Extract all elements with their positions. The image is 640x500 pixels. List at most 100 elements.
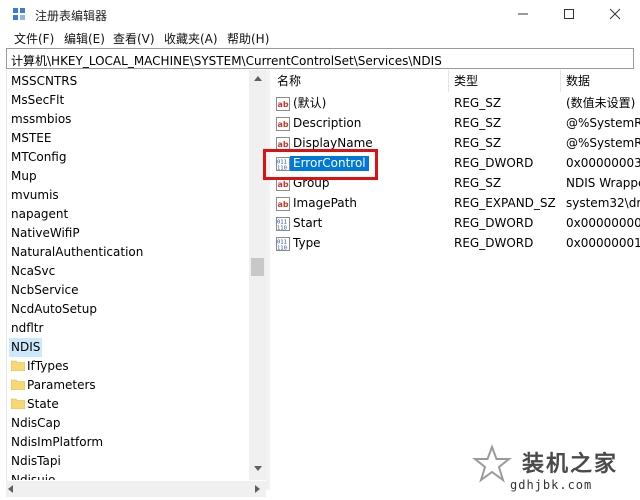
value-row[interactable]: 011 110 Type REG_DWORD 0x00000001	[270, 234, 640, 254]
svg-text:ab: ab	[278, 180, 289, 189]
column-header-name[interactable]: 名称	[277, 72, 301, 92]
menu-bar: 文件(F) 编辑(E) 查看(V) 收藏夹(A) 帮助(H)	[0, 28, 640, 48]
string-value-icon: ab	[276, 117, 290, 131]
value-type: REG_SZ	[454, 176, 502, 190]
tree-item[interactable]: NdisTapi	[11, 452, 61, 471]
value-name: Description	[293, 116, 362, 130]
address-bar[interactable]: 计算机\HKEY_LOCAL_MACHINE\SYSTEM\CurrentCon…	[6, 48, 634, 69]
scroll-down-button[interactable]	[249, 460, 266, 477]
tree-item-subkey[interactable]: Parameters	[27, 376, 96, 395]
value-data: (数值未设置)	[566, 96, 636, 110]
tree-item[interactable]: Mup	[11, 167, 37, 186]
string-value-icon: ab	[276, 97, 290, 111]
close-icon	[609, 8, 621, 20]
watermark-title: 装机之家	[522, 451, 619, 477]
value-type: REG_DWORD	[454, 236, 534, 250]
menu-file[interactable]: 文件(F)	[14, 30, 54, 47]
column-divider[interactable]	[448, 70, 449, 92]
star-logo-icon	[472, 444, 512, 483]
folder-icon	[11, 360, 25, 371]
regedit-app-icon	[13, 8, 25, 20]
tree-scrollbar[interactable]	[249, 70, 266, 480]
minimize-button[interactable]	[500, 0, 546, 28]
menu-edit[interactable]: 编辑(E)	[64, 30, 105, 47]
tree-item[interactable]: NativeWifiP	[11, 224, 80, 243]
value-type: REG_SZ	[454, 116, 502, 130]
tree-item[interactable]: mssmbios	[11, 110, 71, 129]
value-data: @%SystemRoot%	[566, 116, 640, 130]
minimize-icon	[518, 13, 528, 15]
binary-value-icon: 011110	[276, 217, 290, 231]
tree-item[interactable]: MTConfig	[11, 148, 66, 167]
value-row[interactable]: 011 110 Start REG_DWORD 0x00000000	[270, 214, 640, 234]
value-name: Type	[293, 236, 321, 250]
value-data: @%SystemRoot%	[566, 136, 640, 150]
window-title: 注册表编辑器	[35, 9, 108, 23]
menu-help[interactable]: 帮助(H)	[227, 30, 269, 47]
watermark-url: gdhjbk.com	[510, 478, 593, 492]
tree-item[interactable]: NcdAutoSetup	[11, 300, 97, 319]
value-type: REG_DWORD	[454, 156, 534, 170]
address-path: 计算机\HKEY_LOCAL_MACHINE\SYSTEM\CurrentCon…	[11, 54, 442, 68]
svg-text:ab: ab	[278, 200, 289, 209]
tree-item[interactable]: NcaSvc	[11, 262, 55, 281]
svg-text:ab: ab	[278, 140, 289, 149]
tree-item[interactable]: MsSecFlt	[11, 91, 64, 110]
menu-view[interactable]: 查看(V)	[113, 30, 155, 47]
folder-icon	[11, 379, 25, 390]
scroll-thumb[interactable]	[251, 258, 264, 276]
value-data: system32\drivers	[566, 196, 640, 210]
tree-item-subkey[interactable]: IfTypes	[27, 357, 69, 376]
watermark: 装机之家 gdhjbk.com	[470, 440, 640, 500]
value-name: Start	[293, 216, 323, 230]
tree-item-partial[interactable]: Ndisuio	[11, 471, 55, 480]
column-divider[interactable]	[560, 70, 561, 92]
tree-item-subkey[interactable]: State	[27, 395, 59, 414]
chevron-left-icon[interactable]	[8, 485, 13, 493]
tree-item[interactable]: NcbService	[11, 281, 79, 300]
value-type: REG_EXPAND_SZ	[454, 196, 556, 210]
value-data: 0x00000001	[566, 236, 640, 250]
value-name: (默认)	[293, 96, 327, 110]
chevron-up-icon	[253, 76, 262, 81]
chevron-right-icon[interactable]	[255, 485, 260, 493]
value-data: 0x00000003	[566, 156, 640, 170]
svg-text:ab: ab	[278, 120, 289, 129]
value-name: ImagePath	[293, 196, 357, 210]
scroll-up-button[interactable]	[249, 70, 266, 87]
value-row[interactable]: ab (默认) REG_SZ (数值未设置)	[270, 94, 640, 114]
tree-item[interactable]: NaturalAuthentication	[11, 243, 143, 262]
binary-value-icon: 011110	[276, 237, 290, 251]
value-data: NDIS Wrapper	[566, 176, 640, 190]
value-type: REG_SZ	[454, 136, 502, 150]
tree-item[interactable]: napagent	[11, 205, 68, 224]
maximize-button[interactable]	[546, 0, 592, 28]
column-header-data[interactable]: 数据	[566, 72, 590, 92]
title-bar: 注册表编辑器	[0, 0, 640, 28]
values-list[interactable]: 名称 类型 数据 ab (默认) REG_SZ (数值未设置) ab Descr…	[270, 70, 640, 490]
svg-text:110: 110	[277, 246, 287, 252]
svg-text:110: 110	[277, 226, 287, 232]
value-type: REG_DWORD	[454, 216, 534, 230]
tree-item[interactable]: NdisCap	[11, 414, 61, 433]
string-value-icon: ab	[276, 197, 290, 211]
value-type: REG_SZ	[454, 96, 502, 110]
menu-favorites[interactable]: 收藏夹(A)	[164, 30, 218, 47]
tree-item[interactable]: MSTEE	[11, 129, 51, 148]
value-row[interactable]: ab ImagePath REG_EXPAND_SZ system32\driv…	[270, 194, 640, 214]
key-tree[interactable]: MSSCNTRS MsSecFlt mssmbios MSTEE MTConfi…	[6, 70, 266, 490]
highlight-annotation	[263, 149, 378, 180]
chevron-down-icon	[253, 466, 262, 471]
tree-hscrollbar[interactable]	[6, 481, 266, 497]
value-row[interactable]: ab Description REG_SZ @%SystemRoot%	[270, 114, 640, 134]
tree-item[interactable]: MSSCNTRS	[11, 72, 77, 91]
tree-item[interactable]: mvumis	[11, 186, 59, 205]
value-data: 0x00000000	[566, 216, 640, 230]
tree-item-ndis-selected[interactable]: NDIS	[9, 338, 43, 357]
tree-item[interactable]: ndfltr	[11, 319, 43, 338]
svg-text:ab: ab	[278, 100, 289, 109]
column-header-type[interactable]: 类型	[454, 72, 478, 92]
folder-icon	[11, 398, 25, 409]
tree-item[interactable]: NdisImPlatform	[11, 433, 103, 452]
close-button[interactable]	[592, 0, 638, 28]
